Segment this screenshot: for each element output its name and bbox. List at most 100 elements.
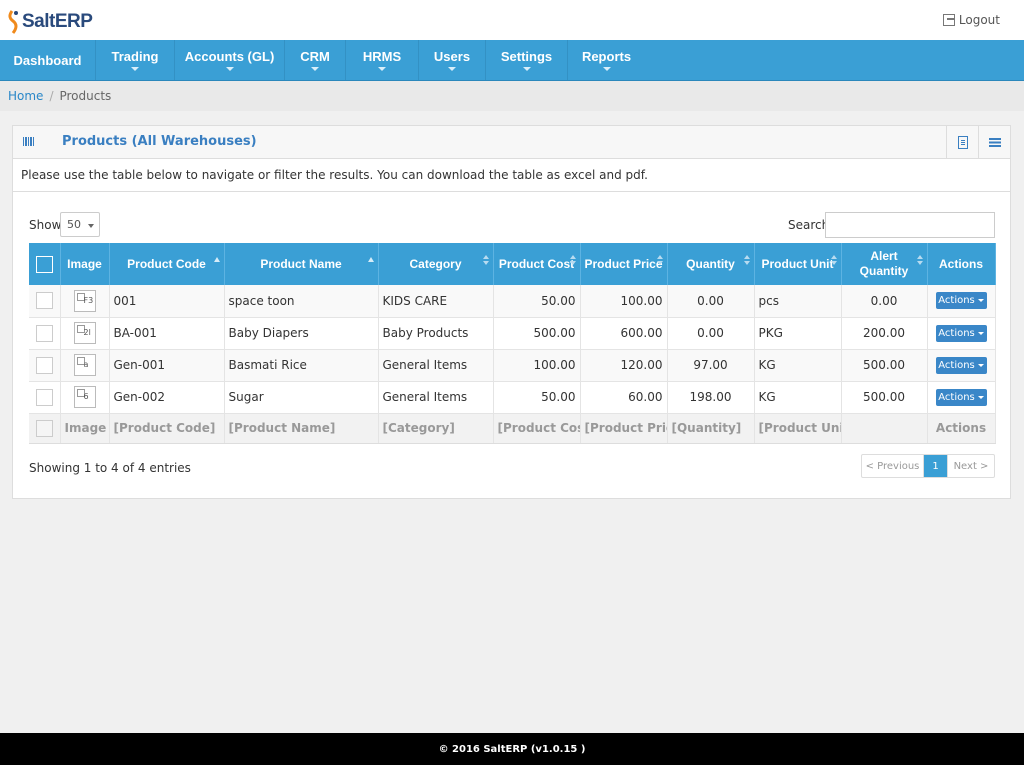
nav-dashboard[interactable]: Dashboard — [0, 40, 96, 80]
nav-label: Settings — [500, 49, 553, 64]
breadcrumb-home[interactable]: Home — [8, 89, 43, 103]
actions-cell: Actions — [927, 285, 996, 318]
products-panel: Products (All Warehouses) Please use the… — [12, 125, 1011, 499]
next-page-button[interactable]: Next > — [947, 455, 994, 477]
col-product-price[interactable]: Product Price — [580, 243, 668, 285]
export-pdf-button[interactable] — [946, 126, 979, 158]
chevron-down-icon — [602, 67, 611, 71]
panel-title: Products (All Warehouses) — [62, 134, 257, 149]
row-checkbox[interactable] — [35, 388, 53, 406]
nav-crm[interactable]: CRM — [285, 40, 346, 80]
col-product-unit[interactable]: Product Unit — [754, 243, 842, 285]
nav-label: Reports — [581, 49, 632, 64]
product-image[interactable]: a — [73, 354, 96, 376]
actions-dropdown-button[interactable]: Actions — [935, 292, 987, 310]
unit-cell: PKG — [754, 317, 842, 350]
col-label: Product Name — [260, 257, 342, 271]
col-product-cost[interactable]: Product Cost — [493, 243, 581, 285]
price-cell: 600.00 — [580, 317, 668, 350]
filter-product-price[interactable]: [Product Price — [580, 413, 668, 444]
actions-dropdown-button[interactable]: Actions — [935, 388, 987, 406]
filter-select-cell[interactable] — [29, 413, 61, 444]
filter-quantity[interactable]: [Quantity] — [667, 413, 755, 444]
col-product-code[interactable]: Product Code — [109, 243, 225, 285]
row-checkbox[interactable] — [35, 356, 53, 374]
quantity-cell: 0.00 — [667, 285, 755, 318]
quantity-cell: 97.00 — [667, 349, 755, 382]
chevron-down-icon — [448, 67, 456, 71]
actions-label: Actions — [938, 391, 975, 403]
row-select-cell[interactable] — [29, 285, 61, 318]
logout-link[interactable]: Logout — [942, 13, 1000, 27]
alert-quantity-cell: 500.00 — [841, 381, 928, 414]
footer-checkbox[interactable] — [35, 419, 53, 437]
filter-product-unit[interactable]: [Product Unit] — [754, 413, 842, 444]
export-excel-button[interactable] — [978, 126, 1011, 158]
col-label: Quantity — [686, 257, 735, 271]
category-cell: Baby Products — [378, 317, 494, 350]
col-label: Alert Quantity — [859, 249, 909, 278]
search-input[interactable] — [825, 212, 995, 238]
page-1-button[interactable]: 1 — [924, 455, 947, 477]
previous-page-button[interactable]: < Previous — [862, 455, 924, 477]
row-select-cell[interactable] — [29, 381, 61, 414]
nav-label: Accounts (GL) — [184, 49, 275, 64]
row-select-cell[interactable] — [29, 349, 61, 382]
filter-product-name[interactable]: [Product Name] — [224, 413, 379, 444]
table-row: F3 001 space toon KIDS CARE 50.00 100.00… — [29, 285, 996, 318]
image-alt-text: a — [83, 360, 89, 369]
col-label: Product Code — [127, 257, 206, 271]
actions-cell: Actions — [927, 317, 996, 350]
nav-label: HRMS — [362, 49, 402, 64]
filter-category[interactable]: [Category] — [378, 413, 494, 444]
product-image-cell: a — [60, 349, 110, 382]
filter-product-cost[interactable]: [Product Cost] — [493, 413, 581, 444]
caret-down-icon — [977, 363, 984, 367]
nav-settings[interactable]: Settings — [486, 40, 568, 80]
app-logo[interactable]: SaltERP — [8, 8, 93, 36]
col-actions: Actions — [927, 243, 996, 285]
chevron-down-icon — [225, 67, 234, 71]
actions-cell: Actions — [927, 349, 996, 382]
page-footer: © 2016 SaltERP (v1.0.15 ) — [0, 733, 1024, 765]
alert-quantity-cell: 500.00 — [841, 349, 928, 382]
image-alt-text: 2l — [83, 328, 91, 337]
filter-product-code[interactable]: [Product Code] — [109, 413, 225, 444]
product-code-cell: 001 — [109, 285, 225, 318]
table-filter-row: Image [Product Code] [Product Name] [Cat… — [29, 413, 996, 444]
row-checkbox[interactable] — [35, 292, 53, 310]
nav-trading[interactable]: Trading — [96, 40, 175, 80]
actions-dropdown-button[interactable]: Actions — [935, 324, 987, 342]
row-checkbox[interactable] — [35, 324, 53, 342]
nav-users[interactable]: Users — [419, 40, 486, 80]
nav-accounts[interactable]: Accounts (GL) — [175, 40, 285, 80]
product-code-cell: Gen-001 — [109, 349, 225, 382]
barcode-icon — [23, 137, 35, 146]
price-cell: 120.00 — [580, 349, 668, 382]
col-product-name[interactable]: Product Name — [224, 243, 379, 285]
row-select-cell[interactable] — [29, 317, 61, 350]
panel-intro-text: Please use the table below to navigate o… — [13, 159, 1010, 192]
caret-down-icon — [977, 299, 984, 303]
actions-dropdown-button[interactable]: Actions — [935, 356, 987, 374]
select-all-header[interactable] — [29, 243, 61, 285]
product-code-cell: BA-001 — [109, 317, 225, 350]
product-image[interactable]: 6 — [73, 386, 96, 408]
search-label: Search — [788, 218, 830, 232]
col-alert-quantity[interactable]: Alert Quantity — [841, 243, 928, 285]
caret-down-icon — [977, 395, 984, 399]
page-length-select[interactable]: 50 — [60, 212, 100, 237]
product-image[interactable]: F3 — [73, 289, 96, 312]
product-image-cell: 2l — [60, 317, 110, 350]
price-cell: 60.00 — [580, 381, 668, 414]
main-nav: Dashboard Trading Accounts (GL) CRM HRMS… — [0, 40, 1024, 81]
logo-mark-icon — [8, 10, 18, 34]
col-quantity[interactable]: Quantity — [667, 243, 755, 285]
col-category[interactable]: Category — [378, 243, 494, 285]
chevron-down-icon — [378, 67, 386, 71]
product-image[interactable]: 2l — [73, 322, 96, 344]
col-image: Image — [60, 243, 110, 285]
select-all-checkbox[interactable] — [35, 255, 53, 273]
nav-reports[interactable]: Reports — [568, 40, 645, 80]
nav-hrms[interactable]: HRMS — [346, 40, 419, 80]
